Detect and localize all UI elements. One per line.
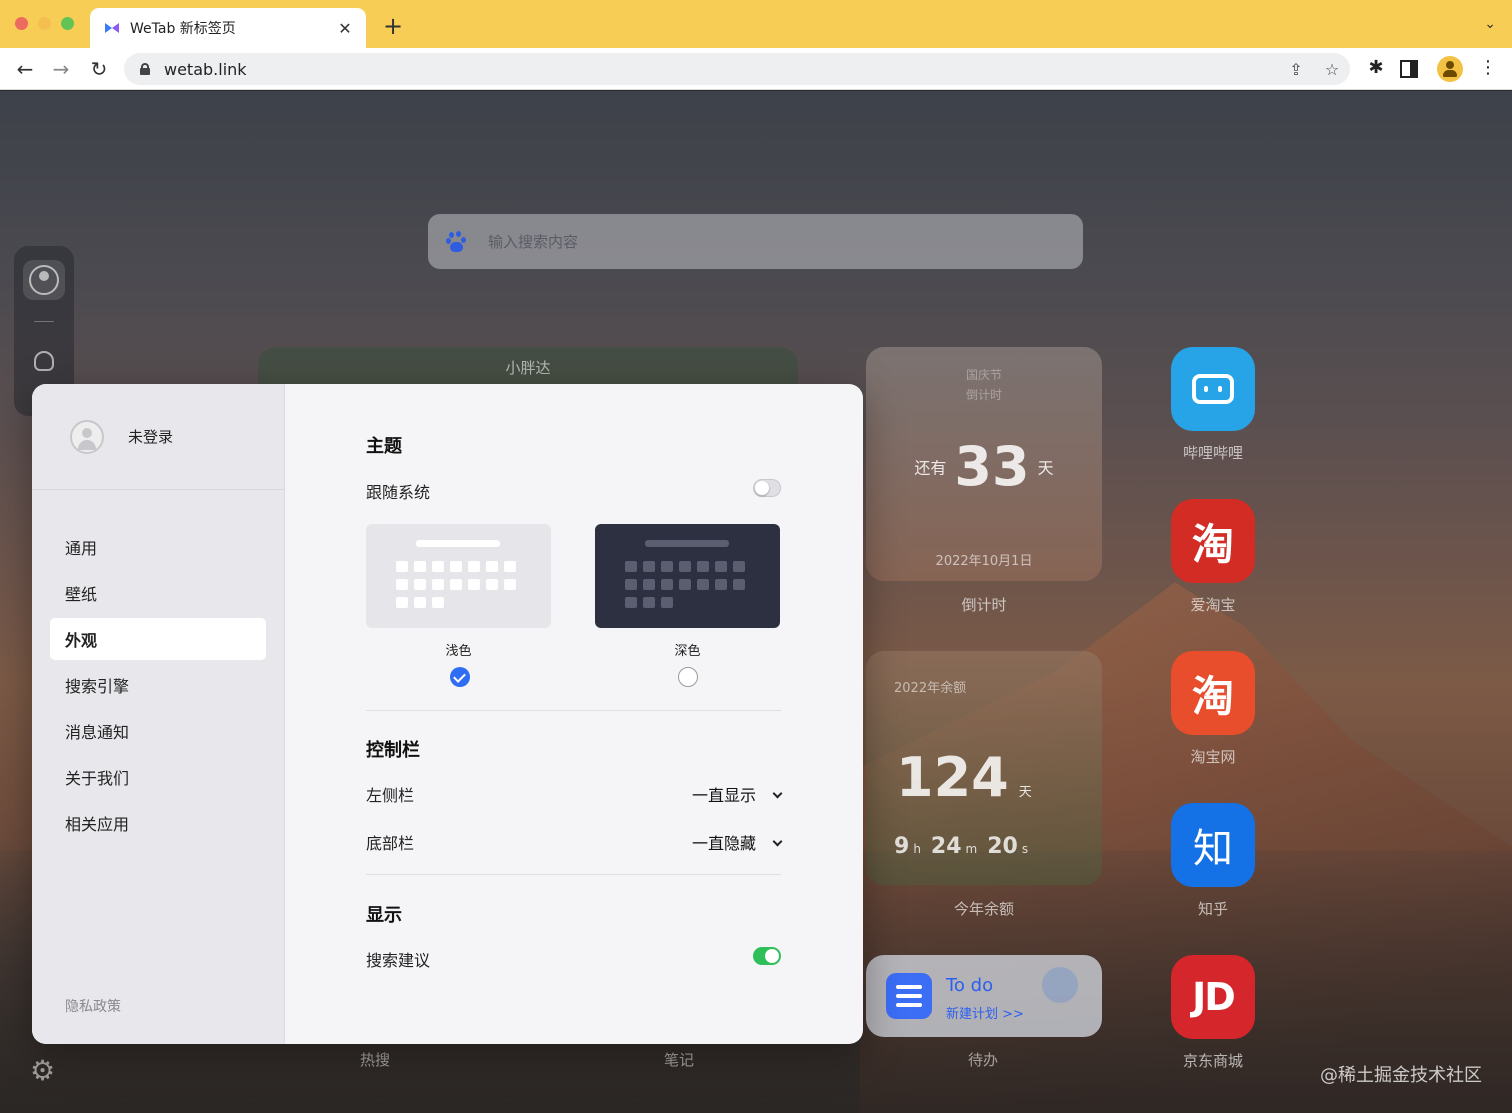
search-bar[interactable]: 输入搜索内容	[428, 214, 1083, 269]
light-theme-radio[interactable]	[450, 667, 470, 687]
back-button[interactable]: ←	[12, 56, 38, 82]
appearance-panel: 主题 跟随系统 浅色 深色 控制栏 左侧栏 一直显示 底部栏 一直隐藏 显示 搜…	[286, 384, 863, 1044]
light-theme-label: 浅色	[445, 644, 472, 659]
settings-modal: 未登录 通用 壁纸 外观 搜索引擎 消息通知 关于我们 相关应用 隐私政策 主题…	[32, 384, 863, 1044]
dark-theme-card[interactable]	[595, 524, 780, 628]
lock-icon[interactable]	[140, 63, 150, 75]
close-window-button[interactable]	[15, 17, 28, 30]
dark-theme-radio[interactable]	[678, 667, 698, 687]
countdown-label: 倒计时	[961, 596, 1007, 614]
year-remaining-time: 9 h 24 m 20 s	[894, 834, 1029, 859]
search-suggest-label: 搜索建议	[366, 951, 431, 970]
address-bar[interactable]: wetab.link ⇪ ☆	[124, 53, 1350, 85]
section-divider	[366, 710, 781, 711]
reload-button[interactable]: ↻	[86, 56, 112, 82]
taobao-app-icon[interactable]: 淘	[1171, 651, 1255, 735]
tab-search-chevron-icon[interactable]: ⌄	[1484, 16, 1496, 32]
zhihu-app-icon[interactable]: 知	[1171, 803, 1255, 887]
browser-toolbar: ← → ↻ wetab.link ⇪ ☆ ✱ ⋮	[0, 48, 1512, 90]
tv-icon	[1192, 374, 1234, 404]
url-text[interactable]: wetab.link	[164, 60, 1278, 79]
light-theme-card[interactable]	[366, 524, 551, 628]
browser-menu-icon[interactable]: ⋮	[1476, 57, 1500, 78]
countdown-holiday: 国庆节 倒计时	[965, 368, 1002, 402]
countdown-widget[interactable]: 国庆节 倒计时 还有 33 天 2022年10月1日	[866, 347, 1102, 581]
countdown-days: 还有 33 天	[914, 435, 1054, 498]
theme-section-title: 主题	[366, 436, 402, 457]
year-remaining-title: 2022年余额	[894, 681, 967, 696]
todo-label: 待办	[968, 1051, 999, 1069]
menu-item-wallpaper[interactable]: 壁纸	[50, 572, 266, 614]
search-input[interactable]: 输入搜索内容	[488, 231, 578, 252]
jd-app-icon[interactable]: JD	[1171, 955, 1255, 1039]
user-avatar-icon	[70, 419, 104, 454]
side-panel-icon[interactable]	[1400, 60, 1418, 78]
todo-title: To do	[946, 975, 994, 996]
taobao-label: 淘宝网	[1190, 748, 1236, 766]
bottom-bar-label: 底部栏	[366, 834, 415, 853]
todo-widget[interactable]: To do 新建计划 >>	[866, 955, 1102, 1037]
login-status: 未登录	[128, 428, 174, 446]
title-bar: WeTab 新标签页 ✕ + ⌄	[0, 0, 1512, 48]
sidebar-divider	[34, 321, 54, 322]
todo-decor-circle	[1042, 967, 1078, 1003]
countdown-date: 2022年10月1日	[935, 554, 1033, 569]
year-remaining-widget[interactable]: 2022年余额 124 天 9 h 24 m 20 s	[866, 651, 1102, 885]
menu-item-notifications[interactable]: 消息通知	[50, 710, 266, 752]
new-tab-page: 输入搜索内容 小胖达 国庆节 倒计时 还有 33 天 2022年10月1日 倒计时 …	[0, 91, 1512, 1113]
browser-tab[interactable]: WeTab 新标签页 ✕	[90, 8, 366, 48]
dark-theme-label: 深色	[674, 644, 701, 659]
share-icon[interactable]: ⇪	[1278, 60, 1314, 79]
todo-list-icon	[886, 973, 932, 1019]
privacy-policy-link[interactable]: 隐私政策	[65, 996, 121, 1016]
settings-menu: 通用 壁纸 外观 搜索引擎 消息通知 关于我们 相关应用	[50, 526, 266, 848]
user-avatar-icon[interactable]	[23, 260, 65, 300]
menu-item-general[interactable]: 通用	[50, 526, 266, 568]
search-suggest-toggle[interactable]	[753, 947, 781, 965]
xiaopangda-title: 小胖达	[505, 359, 551, 377]
section-divider	[366, 874, 781, 875]
profile-avatar-icon[interactable]	[1437, 56, 1463, 82]
left-sidebar-label: 左侧栏	[366, 786, 415, 805]
left-sidebar-select[interactable]: 一直显示	[692, 782, 783, 806]
bilibili-label: 哔哩哔哩	[1182, 444, 1243, 462]
home-icon[interactable]	[34, 351, 54, 371]
year-remaining-days: 124 天	[896, 746, 1032, 809]
jd-label: 京东商城	[1182, 1052, 1243, 1070]
zhihu-label: 知乎	[1197, 900, 1228, 918]
maximize-window-button[interactable]	[61, 17, 74, 30]
wetab-favicon-icon	[104, 22, 120, 34]
hot-search-label: 热搜	[360, 1051, 391, 1069]
extensions-puzzle-icon[interactable]: ✱	[1364, 57, 1388, 78]
year-remaining-label: 今年余额	[953, 900, 1014, 918]
follow-system-toggle[interactable]	[753, 479, 781, 497]
aitaobao-label: 爱淘宝	[1190, 596, 1236, 614]
menu-item-about[interactable]: 关于我们	[50, 756, 266, 798]
user-login-row[interactable]: 未登录	[32, 384, 285, 490]
menu-item-appearance[interactable]: 外观	[50, 618, 266, 660]
menu-item-related-apps[interactable]: 相关应用	[50, 802, 266, 844]
control-bar-section-title: 控制栏	[366, 740, 420, 761]
chevron-down-icon	[772, 836, 783, 847]
watermark: @稀土掘金技术社区	[1320, 1065, 1482, 1086]
menu-item-search-engine[interactable]: 搜索引擎	[50, 664, 266, 706]
minimize-window-button[interactable]	[38, 17, 51, 30]
tab-title: WeTab 新标签页	[130, 21, 236, 37]
new-tab-button[interactable]: +	[380, 13, 406, 39]
bookmark-star-icon[interactable]: ☆	[1314, 60, 1350, 79]
tab-close-icon[interactable]: ✕	[336, 19, 354, 38]
notes-label: 笔记	[664, 1051, 695, 1069]
baidu-paw-icon[interactable]	[446, 230, 468, 253]
bottom-bar-select[interactable]: 一直隐藏	[692, 830, 783, 854]
chevron-down-icon	[772, 788, 783, 799]
aitaobao-app-icon[interactable]: 淘	[1171, 499, 1255, 583]
display-section-title: 显示	[366, 905, 402, 926]
forward-button[interactable]: →	[48, 56, 74, 82]
bilibili-app-icon[interactable]	[1171, 347, 1255, 431]
new-plan-link[interactable]: 新建计划 >>	[946, 1003, 1024, 1022]
settings-gear-icon[interactable]: ⚙	[30, 1054, 55, 1087]
follow-system-label: 跟随系统	[366, 483, 431, 502]
settings-sidebar: 未登录 通用 壁纸 外观 搜索引擎 消息通知 关于我们 相关应用 隐私政策	[32, 384, 285, 1044]
